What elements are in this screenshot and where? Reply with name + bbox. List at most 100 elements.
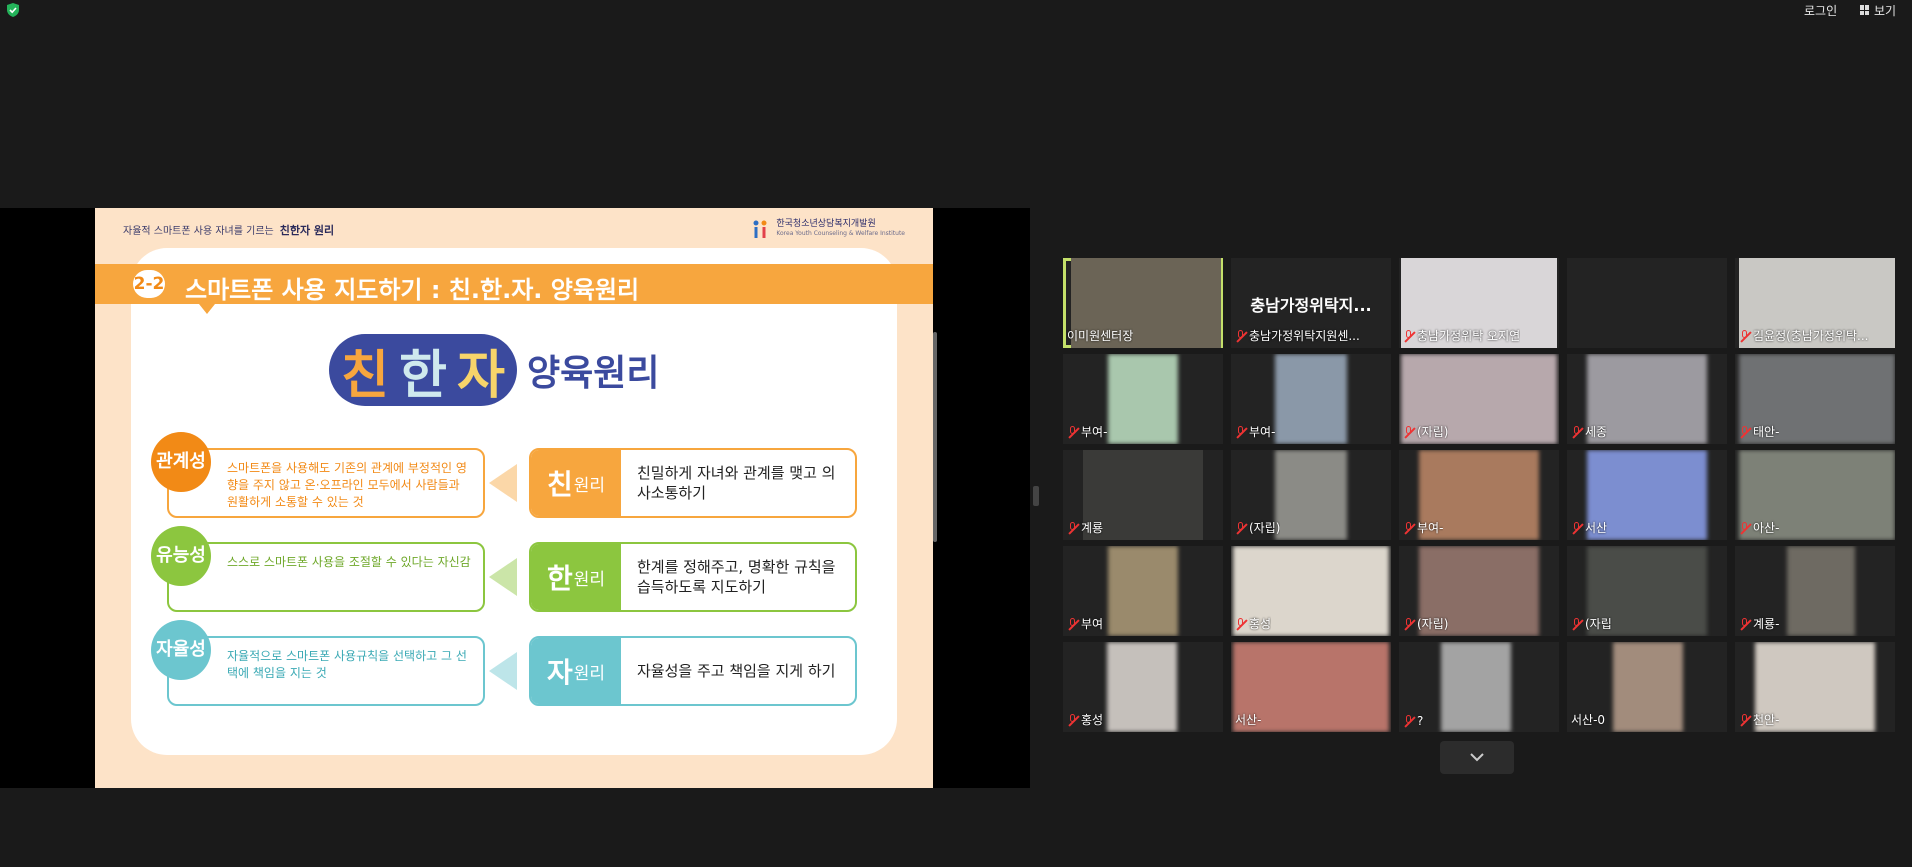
participant-name-label: 부여- [1067,423,1107,440]
participant-name: 충남가정위탁 오지연 [1417,329,1521,343]
participant-video [1108,354,1178,444]
login-button[interactable]: 로그인 [1804,0,1837,20]
mic-muted-icon [1403,715,1415,727]
participant-name-label: 이미원센터장 [1067,327,1133,344]
mic-muted-icon [1739,329,1751,342]
participant-tile[interactable]: 부여- [1399,450,1559,540]
participant-tile[interactable]: 충남가정위탁 오지연 [1399,258,1559,348]
participant-name: 서산- [1235,713,1262,727]
principle-pill: 한 원리 한계를 정해주고, 명확한 규칙을 습득하도록 지도하기 [529,542,857,612]
principle-desc: 한계를 정해주고, 명확한 규칙을 습득하도록 지도하기 [637,558,836,596]
participant-name: 김윤정(충남가정위탁... [1753,329,1869,343]
participant-tile[interactable]: 태안- [1735,354,1895,444]
participant-tile[interactable]: (자립) [1399,354,1559,444]
participant-tile[interactable]: 부여 [1063,546,1223,636]
participant-tile[interactable]: 서산-0 [1567,642,1727,732]
next-page-button[interactable] [1440,741,1514,774]
participant-tile[interactable]: 아산- [1735,450,1895,540]
mic-muted-icon [1067,713,1079,726]
shield-check-icon[interactable] [6,3,20,17]
participant-tile[interactable]: 김윤정(충남가정위탁... [1735,258,1895,348]
participant-tile[interactable]: 계룡- [1735,546,1895,636]
arrow-icon [489,652,517,690]
share-scrollbar[interactable] [933,332,937,542]
participant-name-label: 서산 [1571,519,1607,536]
participant-name: 아산- [1753,521,1780,535]
participant-display-name: 충남가정위탁지... [1250,296,1372,315]
participant-name-label: (자립) [1403,615,1448,632]
participant-name: (자립) [1417,617,1449,631]
principle-row-competence: 유능성 스스로 스마트폰 사용을 조절할 수 있다는 자신감 한 원리 한계를 정… [151,526,871,612]
participant-tile[interactable]: 홍성 [1231,546,1391,636]
banner-pointer [199,304,215,314]
participant-tile[interactable]: 이미원센터장 [1063,258,1223,348]
participant-tile[interactable]: 서산- [1231,642,1391,732]
participant-tile[interactable]: (자립 [1567,546,1727,636]
grid-view-icon [1860,5,1870,15]
tag-word: 원리 [573,663,606,684]
definition-text: 스마트폰을 사용해도 기존의 관계에 부정적인 영향을 주지 않고 온·오프라인… [227,461,467,509]
participant-name: 부여- [1417,521,1444,535]
principle-row-autonomy: 자율성 자율적으로 스마트폰 사용규칙을 선택하고 그 선택에 책임을 지는 것… [151,620,871,706]
tag-char: 한 [546,562,573,595]
badge-autonomy: 자율성 [151,620,211,680]
mic-muted-icon [1403,425,1415,438]
hero-char-ja: 자 [457,345,505,406]
participant-tile[interactable]: (자립) [1231,450,1391,540]
participant-tile[interactable]: 세종 [1567,354,1727,444]
participant-name-label: 계룡 [1067,519,1103,536]
participant-name-label: 김윤정(충남가정위탁... [1739,327,1869,344]
participant-tile[interactable]: 부여- [1231,354,1391,444]
login-label: 로그인 [1804,3,1838,18]
mic-muted-icon [1739,425,1751,438]
slide-banner: 2-2 스마트폰 사용 지도하기 : 친.한.자. 양육원리 [95,264,933,304]
badge-relationship: 관계성 [151,432,211,492]
mic-muted-icon [1739,521,1751,534]
hero-pill: 친 한 자 [329,334,517,406]
participant-name: 이미원센터장 [1067,329,1134,343]
participant-tile[interactable]: 서산 [1567,450,1727,540]
participant-name-label: 세종 [1571,423,1607,440]
participant-name-label: (자립) [1235,519,1280,536]
participant-video [1787,546,1855,636]
participant-tile[interactable]: 홍성 [1063,642,1223,732]
participant-tile[interactable]: ? [1399,642,1559,732]
participant-name-label: (자립) [1403,423,1448,440]
institute-name: 한국청소년상담복지개발원 [776,219,876,229]
participant-tile[interactable]: (자립) [1399,546,1559,636]
participant-name: 계룡- [1753,617,1780,631]
slide-subtitle-bold: 친한자 원리 [279,224,335,237]
shared-screen[interactable]: 자율적 스마트폰 사용 자녀를 기르는 친한자 원리 한국청소년상담복지개발원 Ko… [0,208,1030,788]
mic-muted-icon [1403,329,1415,342]
split-resize-handle[interactable] [1033,486,1039,506]
participant-name-label: 태안- [1739,423,1779,440]
participant-name: (자립 [1585,617,1612,631]
mic-muted-icon [1067,521,1079,534]
view-button[interactable]: 보기 [1860,0,1896,20]
participant-name: 부여- [1249,425,1276,439]
mic-muted-icon [1739,713,1751,726]
mic-muted-icon [1067,617,1079,630]
slide-subtitle-text: 자율적 스마트폰 사용 자녀를 기르는 [123,226,274,237]
definition-text: 자율적으로 스마트폰 사용규칙을 선택하고 그 선택에 책임을 지는 것 [227,649,467,680]
mic-muted-icon [1571,521,1583,534]
principle-pill: 자 원리 자율성을 주고 책임을 지게 하기 [529,636,857,706]
participant-tile[interactable]: 충남가정위탁지... 충남가정위탁지원센... [1231,258,1391,348]
section-number: 2-2 [133,270,165,298]
hero-heading: 친 한 자 양육원리 [329,334,659,406]
mic-muted-icon [1403,617,1415,630]
participant-name-label: 서산-0 [1571,711,1605,728]
participant-tile[interactable]: 천안- [1735,642,1895,732]
participant-tile[interactable]: 부여- [1063,354,1223,444]
participant-name-label: 부여- [1235,423,1275,440]
participant-name: ? [1417,714,1424,728]
institute-name-en: Korea Youth Counseling & Welfare Institu… [776,230,905,237]
principle-tag: 자 원리 [531,638,621,704]
participant-name: 천안- [1753,713,1780,727]
top-bar: 로그인 보기 [0,0,1912,22]
participant-tile[interactable]: 계룡 [1063,450,1223,540]
participant-video [1275,354,1347,444]
tag-word: 원리 [573,475,606,496]
participant-tile[interactable] [1567,258,1727,348]
participant-name-label: (자립 [1571,615,1612,632]
